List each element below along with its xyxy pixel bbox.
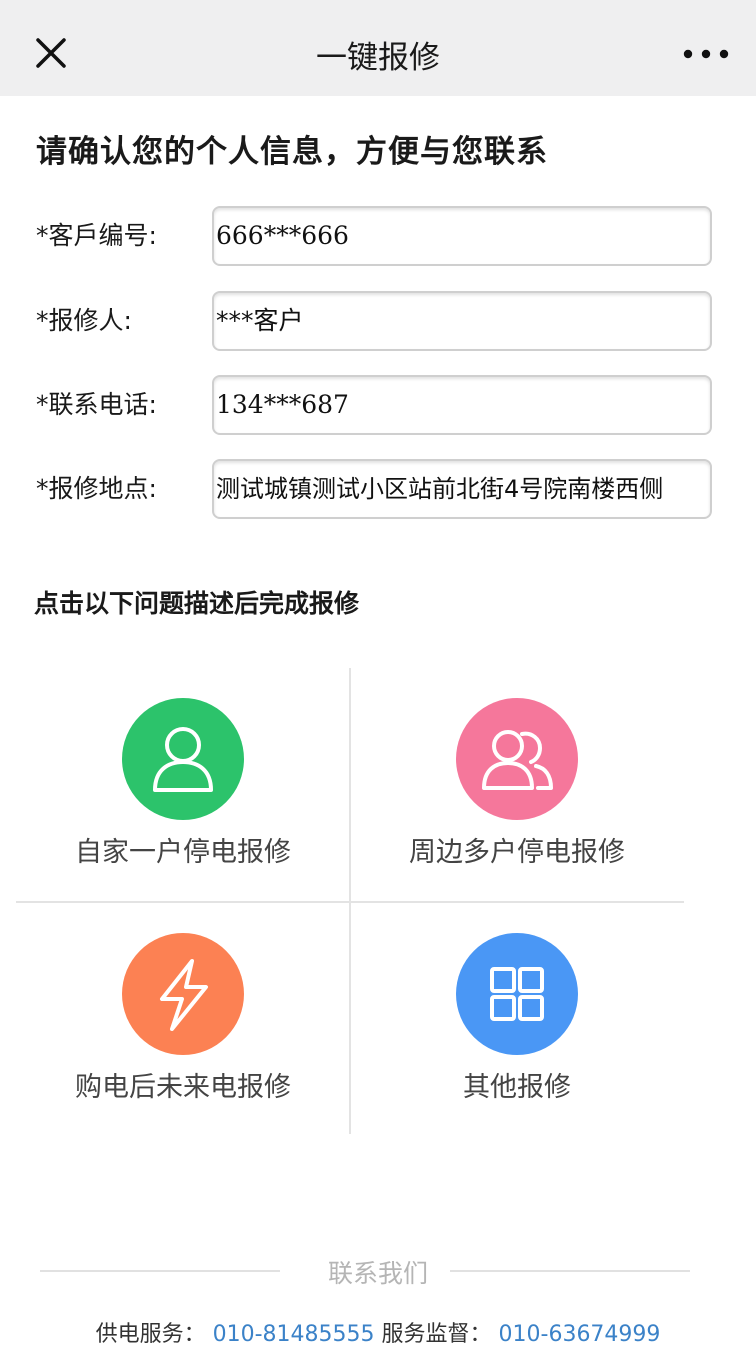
location-input[interactable]: 测试城镇测试小区站前北街4号院南楼西侧 <box>212 459 712 519</box>
page-title: 一键报修 <box>316 40 440 76</box>
person-icon <box>122 698 244 820</box>
reporter-input[interactable]: ***客户 <box>212 291 712 351</box>
contact-title: 联系我们 <box>327 1259 428 1288</box>
customer-id-row: *客戶编号: 666***666 <box>0 206 756 268</box>
top-bar: 一键报修 <box>0 0 756 96</box>
supervision-label: 服务监督： <box>381 1322 492 1347</box>
contact-footer: 供电服务： 010-81485555 服务监督： 010-63674999 <box>0 1316 756 1348</box>
issue-label: 自家一户停电报修 <box>75 837 291 868</box>
location-label: *报修地点: <box>36 474 157 503</box>
issue-multiple-households[interactable]: 周边多户停电报修 <box>350 668 684 901</box>
phone-row: *联系电话: 134***687 <box>0 375 756 437</box>
supply-service-label: 供电服务： <box>95 1322 206 1347</box>
issue-label: 其他报修 <box>463 1072 571 1103</box>
customer-id-label: *客戶编号: <box>36 221 157 250</box>
supervision-phone-link[interactable]: 010-63674999 <box>499 1322 661 1347</box>
issue-label: 购电后未来电报修 <box>75 1072 291 1103</box>
issue-no-power-after-purchase[interactable]: 购电后未来电报修 <box>16 903 350 1136</box>
customer-id-input[interactable]: 666***666 <box>212 206 712 266</box>
more-dots-icon <box>683 49 729 59</box>
issue-single-household[interactable]: 自家一户停电报修 <box>16 668 350 901</box>
people-icon <box>456 698 578 820</box>
issue-grid: 自家一户停电报修 周边多户停电报修 购电后未来电报修 其他报修 <box>16 668 684 1134</box>
reporter-row: *报修人: ***客户 <box>0 291 756 353</box>
issue-heading: 点击以下问题描述后完成报修 <box>34 589 360 618</box>
lightning-icon <box>122 933 244 1055</box>
location-row: *报修地点: 测试城镇测试小区站前北街4号院南楼西侧 <box>0 459 756 521</box>
more-button[interactable] <box>678 34 734 74</box>
issue-other[interactable]: 其他报修 <box>350 903 684 1136</box>
phone-input[interactable]: 134***687 <box>212 375 712 435</box>
grid-icon <box>456 933 578 1055</box>
issue-label: 周边多户停电报修 <box>409 837 625 868</box>
phone-label: *联系电话: <box>36 390 157 419</box>
reporter-label: *报修人: <box>36 306 132 335</box>
supply-service-phone-link[interactable]: 010-81485555 <box>213 1322 375 1347</box>
personal-info-heading: 请确认您的个人信息，方便与您联系 <box>36 134 548 170</box>
